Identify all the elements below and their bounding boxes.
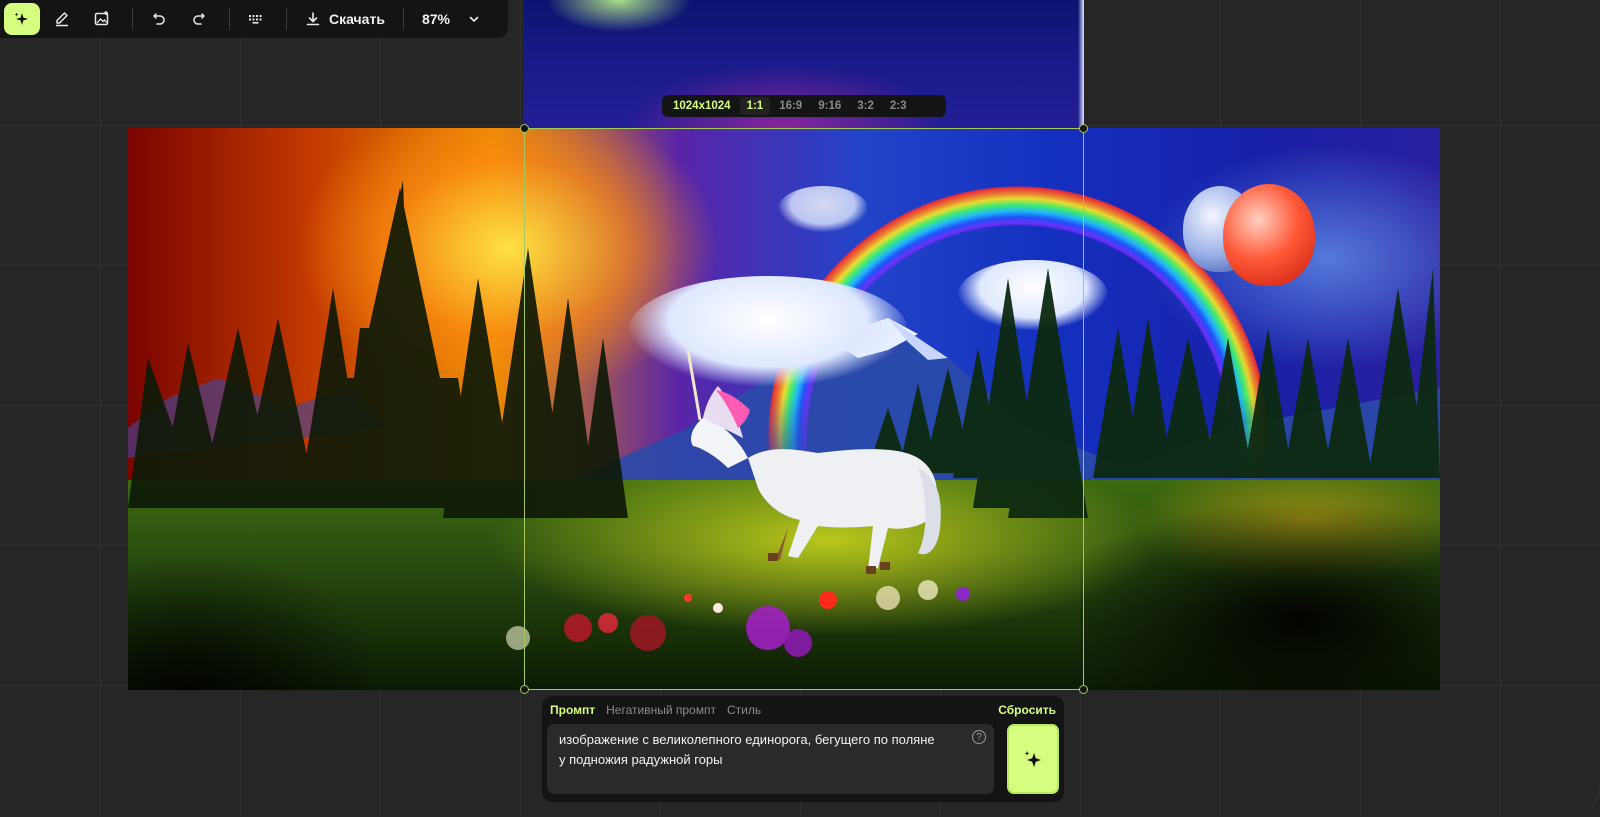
zoom-level: 87% bbox=[421, 11, 450, 27]
resize-handle-bottom-left[interactable] bbox=[520, 685, 529, 694]
tab-negative-prompt[interactable]: Негативный промпт bbox=[606, 703, 716, 719]
download-icon bbox=[306, 12, 320, 26]
shadow bbox=[128, 510, 368, 690]
resize-handle-top-right[interactable] bbox=[1079, 124, 1088, 133]
ratio-option-16-9[interactable]: 16:9 bbox=[772, 97, 809, 115]
toolbar-divider bbox=[229, 8, 230, 30]
selection-frame[interactable] bbox=[520, 124, 1088, 694]
resize-handle-bottom-right[interactable] bbox=[1079, 685, 1088, 694]
eraser-pencil-icon bbox=[56, 12, 68, 27]
download-label: Скачать bbox=[329, 11, 385, 27]
undo-button[interactable] bbox=[141, 3, 177, 35]
prompt-panel: Промпт Негативный промпт Стиль Сбросить … bbox=[542, 696, 1064, 802]
canvas-edge bbox=[1560, 0, 1600, 817]
sparkle-icon bbox=[1024, 751, 1041, 767]
reset-button[interactable]: Сбросить bbox=[998, 703, 1056, 719]
download-button[interactable]: Скачать bbox=[295, 3, 395, 35]
tab-prompt[interactable]: Промпт bbox=[550, 703, 595, 719]
shadow bbox=[1080, 490, 1440, 690]
top-toolbar: Скачать 87% bbox=[0, 0, 508, 38]
shortcuts-button[interactable] bbox=[238, 3, 274, 35]
sparkle-icon bbox=[14, 12, 28, 25]
image-add-icon bbox=[94, 11, 109, 26]
prompt-tabs: Промпт Негативный промпт Стиль Сбросить bbox=[550, 703, 1056, 719]
zoom-dropdown[interactable]: 87% bbox=[412, 3, 490, 35]
ratio-option-9-16[interactable]: 9:16 bbox=[811, 97, 848, 115]
toolbar-divider bbox=[132, 8, 133, 30]
redo-icon bbox=[193, 13, 205, 25]
redo-button[interactable] bbox=[181, 3, 217, 35]
help-icon[interactable]: ? bbox=[972, 730, 986, 744]
prompt-text-line: у подножия радужной горы bbox=[559, 752, 723, 767]
prompt-input[interactable]: изображение с великолепного единорога, б… bbox=[547, 724, 994, 794]
ratio-option-1-1[interactable]: 1:1 bbox=[739, 97, 771, 115]
ratio-option-3-2[interactable]: 3:2 bbox=[850, 97, 881, 115]
generate-tool-button[interactable] bbox=[4, 3, 40, 35]
add-image-tool-button[interactable] bbox=[84, 3, 120, 35]
undo-icon bbox=[153, 13, 165, 25]
tab-style[interactable]: Стиль bbox=[727, 703, 761, 719]
ratio-option-2-3[interactable]: 2:3 bbox=[883, 97, 914, 115]
toolbar-divider bbox=[402, 8, 404, 30]
toolbar-divider bbox=[286, 8, 287, 30]
aspect-ratio-bar: 1024x1024 1:1 16:9 9:16 3:2 2:3 bbox=[662, 95, 946, 117]
generate-button[interactable] bbox=[1007, 724, 1059, 794]
keyboard-icon bbox=[249, 15, 262, 24]
eraser-tool-button[interactable] bbox=[44, 3, 80, 35]
image-size-label: 1024x1024 bbox=[673, 100, 731, 112]
prompt-text-line: изображение с великолепного единорога, б… bbox=[559, 732, 935, 747]
resize-handle-top-left[interactable] bbox=[520, 124, 529, 133]
chevron-down-icon bbox=[469, 16, 479, 22]
